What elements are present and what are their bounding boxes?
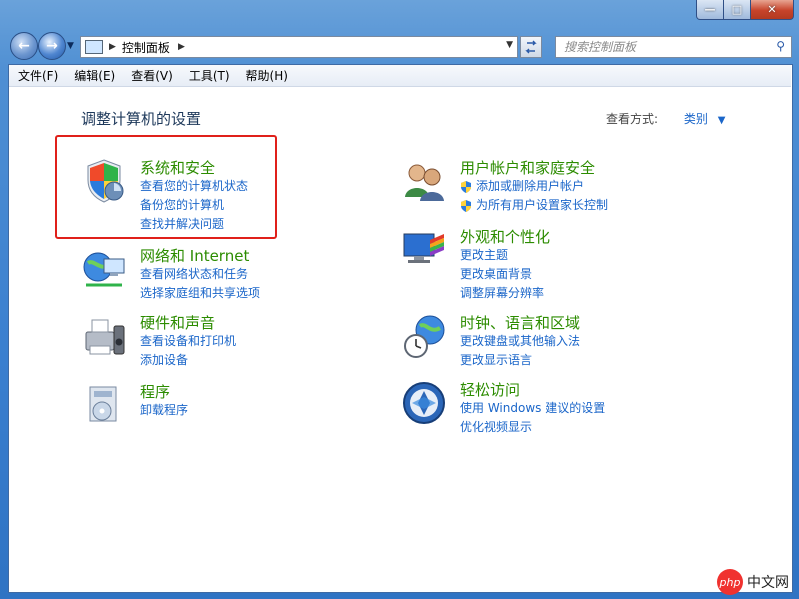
ease-of-access-icon: [403, 382, 445, 424]
address-dropdown-icon[interactable]: ▼: [506, 40, 513, 50]
shield-icon: [87, 159, 124, 203]
uac-shield-icon: [461, 180, 471, 193]
category-text: 网络和 Internet 查看网络状态和任务 选择家庭组和共享选项: [140, 245, 260, 303]
control-panel-icon: [85, 40, 103, 54]
maximize-button[interactable]: □: [723, 0, 751, 20]
category-text: 用户帐户和家庭安全 添加或删除用户帐户 为所有用户设置家长控制: [460, 157, 608, 215]
forward-button[interactable]: →: [38, 32, 66, 60]
category-title[interactable]: 系统和安全: [140, 159, 248, 177]
breadcrumb-control-panel[interactable]: 控制面板: [122, 39, 170, 56]
category-programs: 程序 卸载程序: [80, 381, 188, 429]
category-title[interactable]: 轻松访问: [460, 381, 605, 399]
minimize-button[interactable]: —: [696, 0, 724, 20]
link-backup-computer[interactable]: 备份您的计算机: [140, 196, 248, 215]
link-display-language[interactable]: 更改显示语言: [460, 351, 580, 370]
view-by-dropdown[interactable]: 类别: [684, 112, 708, 126]
link-windows-recommended[interactable]: 使用 Windows 建议的设置: [460, 399, 605, 418]
link-homegroup-sharing[interactable]: 选择家庭组和共享选项: [140, 284, 260, 303]
link-add-device[interactable]: 添加设备: [140, 351, 236, 370]
category-clock-language-region: 时钟、语言和区域 更改键盘或其他输入法 更改显示语言: [400, 312, 580, 370]
link-parental-controls[interactable]: 为所有用户设置家长控制: [476, 196, 608, 215]
link-change-theme[interactable]: 更改主题: [460, 246, 550, 265]
clock-globe-icon: [404, 315, 445, 358]
search-icon[interactable]: ⚲: [776, 39, 785, 53]
link-desktop-background[interactable]: 更改桌面背景: [460, 265, 550, 284]
refresh-button[interactable]: [520, 36, 542, 58]
category-title[interactable]: 用户帐户和家庭安全: [460, 159, 608, 177]
link-view-computer-status[interactable]: 查看您的计算机状态: [140, 177, 248, 196]
history-dropdown-icon[interactable]: ▼: [67, 41, 74, 51]
category-text: 程序 卸载程序: [140, 381, 188, 429]
category-text: 外观和个性化 更改主题 更改桌面背景 调整屏幕分辨率: [460, 226, 550, 303]
users-icon: [405, 164, 444, 201]
view-by: 查看方式: 类别 ▼: [606, 110, 725, 127]
search-input[interactable]: [562, 39, 766, 55]
navigation-bar: ← → ▼ ▶ 控制面板 ▶ ▼ ⚲: [8, 32, 792, 60]
caption-buttons: — □ ✕: [696, 0, 794, 20]
category-title[interactable]: 时钟、语言和区域: [460, 314, 580, 332]
link-troubleshoot[interactable]: 查找并解决问题: [140, 215, 248, 234]
php-logo: php: [717, 569, 743, 595]
link-row: 添加或删除用户帐户: [460, 177, 608, 196]
back-button[interactable]: ←: [10, 32, 38, 60]
menu-view[interactable]: 查看(V): [131, 67, 173, 84]
link-optimize-display[interactable]: 优化视频显示: [460, 418, 605, 437]
menu-edit[interactable]: 编辑(E): [74, 67, 115, 84]
category-title[interactable]: 硬件和声音: [140, 314, 236, 332]
network-icon: [83, 252, 125, 287]
refresh-icon: [525, 40, 537, 54]
watermark-text: 中文网: [747, 575, 789, 591]
category-appearance: 外观和个性化 更改主题 更改桌面背景 调整屏幕分辨率: [400, 226, 550, 303]
link-row: 为所有用户设置家长控制: [460, 196, 608, 215]
printer-icon: [85, 319, 125, 355]
category-text: 轻松访问 使用 Windows 建议的设置 优化视频显示: [460, 379, 605, 437]
category-system-security: 系统和安全 查看您的计算机状态 备份您的计算机 查找并解决问题: [80, 157, 248, 234]
menu-file[interactable]: 文件(F): [18, 67, 58, 84]
category-text: 硬件和声音 查看设备和打印机 添加设备: [140, 312, 236, 370]
page-title: 调整计算机的设置: [81, 110, 202, 128]
chevron-down-icon[interactable]: ▼: [718, 115, 726, 126]
category-network-internet: 网络和 Internet 查看网络状态和任务 选择家庭组和共享选项: [80, 245, 260, 303]
programs-icon: [89, 386, 117, 422]
breadcrumb-arrow-icon[interactable]: ▶: [178, 42, 185, 52]
category-title[interactable]: 程序: [140, 383, 188, 401]
category-text: 系统和安全 查看您的计算机状态 备份您的计算机 查找并解决问题: [140, 157, 248, 234]
view-by-label: 查看方式:: [606, 112, 659, 126]
appearance-icon: [403, 233, 444, 263]
address-bar[interactable]: ▶ 控制面板 ▶ ▼: [80, 36, 518, 58]
uac-shield-icon: [461, 199, 471, 212]
breadcrumb-arrow-icon[interactable]: ▶: [109, 42, 116, 52]
category-text: 时钟、语言和区域 更改键盘或其他输入法 更改显示语言: [460, 312, 580, 370]
link-add-remove-user[interactable]: 添加或删除用户帐户: [476, 177, 584, 196]
link-network-status[interactable]: 查看网络状态和任务: [140, 265, 260, 284]
link-uninstall-program[interactable]: 卸载程序: [140, 401, 188, 420]
menu-bar: 文件(F) 编辑(E) 查看(V) 工具(T) 帮助(H): [9, 65, 791, 87]
category-hardware-sound: 硬件和声音 查看设备和打印机 添加设备: [80, 312, 236, 370]
category-title[interactable]: 外观和个性化: [460, 228, 550, 246]
category-user-accounts: 用户帐户和家庭安全 添加或删除用户帐户 为所有用户设置家长控制: [400, 157, 608, 215]
category-ease-of-access: 轻松访问 使用 Windows 建议的设置 优化视频显示: [400, 379, 605, 437]
close-button[interactable]: ✕: [750, 0, 794, 20]
link-screen-resolution[interactable]: 调整屏幕分辨率: [460, 284, 550, 303]
search-box[interactable]: ⚲: [555, 36, 792, 58]
link-keyboard-input[interactable]: 更改键盘或其他输入法: [460, 332, 580, 351]
link-devices-printers[interactable]: 查看设备和打印机: [140, 332, 236, 351]
menu-help[interactable]: 帮助(H): [246, 67, 288, 84]
category-title[interactable]: 网络和 Internet: [140, 247, 260, 265]
watermark: php 中文网: [717, 569, 789, 595]
menu-tools[interactable]: 工具(T): [189, 67, 230, 84]
